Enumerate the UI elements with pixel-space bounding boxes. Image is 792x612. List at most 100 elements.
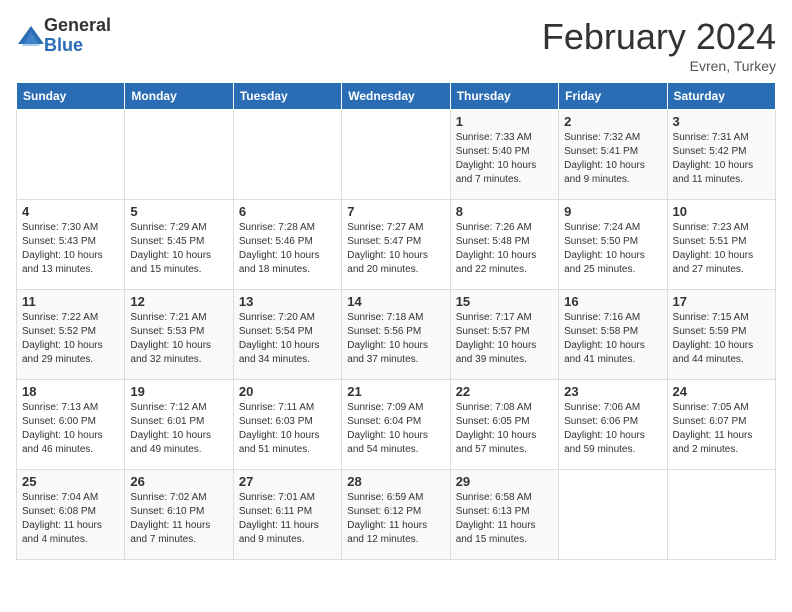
day-number: 21 [347,384,444,399]
calendar-week-2: 4 Sunrise: 7:30 AM Sunset: 5:43 PM Daylig… [17,200,776,290]
day-info: Sunrise: 7:08 AM Sunset: 6:05 PM Dayligh… [456,401,553,457]
calendar-table: SundayMondayTuesdayWednesdayThursdayFrid… [16,82,776,560]
column-header-wednesday: Wednesday [342,83,450,110]
calendar-cell: 24 Sunrise: 7:05 AM Sunset: 6:07 PM Dayli… [667,380,775,470]
calendar-cell: 7 Sunrise: 7:27 AM Sunset: 5:47 PM Daylig… [342,200,450,290]
month-title: February 2024 [542,16,776,58]
column-header-monday: Monday [125,83,233,110]
calendar-week-5: 25 Sunrise: 7:04 AM Sunset: 6:08 PM Dayli… [17,470,776,560]
calendar-cell: 25 Sunrise: 7:04 AM Sunset: 6:08 PM Dayli… [17,470,125,560]
day-info: Sunrise: 7:23 AM Sunset: 5:51 PM Dayligh… [673,221,770,277]
calendar-cell [342,110,450,200]
calendar-cell: 8 Sunrise: 7:26 AM Sunset: 5:48 PM Daylig… [450,200,558,290]
calendar-cell: 5 Sunrise: 7:29 AM Sunset: 5:45 PM Daylig… [125,200,233,290]
calendar-week-3: 11 Sunrise: 7:22 AM Sunset: 5:52 PM Dayli… [17,290,776,380]
day-info: Sunrise: 7:18 AM Sunset: 5:56 PM Dayligh… [347,311,444,367]
location-subtitle: Evren, Turkey [542,58,776,74]
day-info: Sunrise: 7:04 AM Sunset: 6:08 PM Dayligh… [22,491,119,547]
calendar-cell: 15Sunrise: 7:17 AM Sunset: 5:57 PM Dayli… [450,290,558,380]
day-info: Sunrise: 7:31 AM Sunset: 5:42 PM Dayligh… [673,131,770,187]
calendar-header-row: SundayMondayTuesdayWednesdayThursdayFrid… [17,83,776,110]
day-info: Sunrise: 7:26 AM Sunset: 5:48 PM Dayligh… [456,221,553,277]
day-info: Sunrise: 7:16 AM Sunset: 5:58 PM Dayligh… [564,311,661,367]
day-info: Sunrise: 7:12 AM Sunset: 6:01 PM Dayligh… [130,401,227,457]
calendar-cell: 14 Sunrise: 7:18 AM Sunset: 5:56 PM Dayli… [342,290,450,380]
calendar-cell: 29 Sunrise: 6:58 AM Sunset: 6:13 PM Dayli… [450,470,558,560]
day-number: 20 [239,384,336,399]
calendar-cell: 3 Sunrise: 7:31 AM Sunset: 5:42 PM Daylig… [667,110,775,200]
calendar-cell: 6 Sunrise: 7:28 AM Sunset: 5:46 PM Daylig… [233,200,341,290]
calendar-cell: 28 Sunrise: 6:59 AM Sunset: 6:12 PM Dayli… [342,470,450,560]
day-number: 23 [564,384,661,399]
calendar-week-1: 1 Sunrise: 7:33 AM Sunset: 5:40 PM Daylig… [17,110,776,200]
day-number: 6 [239,204,336,219]
day-number: 24 [673,384,770,399]
day-number: 8 [456,204,553,219]
day-number: 13 [239,294,336,309]
calendar-cell: 20 Sunrise: 7:11 AM Sunset: 6:03 PM Dayli… [233,380,341,470]
calendar-week-4: 18Sunrise: 7:13 AM Sunset: 6:00 PM Dayli… [17,380,776,470]
calendar-cell: 9 Sunrise: 7:24 AM Sunset: 5:50 PM Daylig… [559,200,667,290]
calendar-cell: 17Sunrise: 7:15 AM Sunset: 5:59 PM Dayli… [667,290,775,380]
column-header-saturday: Saturday [667,83,775,110]
day-info: Sunrise: 7:32 AM Sunset: 5:41 PM Dayligh… [564,131,661,187]
day-info: Sunrise: 7:01 AM Sunset: 6:11 PM Dayligh… [239,491,336,547]
calendar-cell [17,110,125,200]
calendar-cell: 2 Sunrise: 7:32 AM Sunset: 5:41 PM Daylig… [559,110,667,200]
day-number: 26 [130,474,227,489]
day-info: Sunrise: 7:22 AM Sunset: 5:52 PM Dayligh… [22,311,119,367]
day-number: 28 [347,474,444,489]
day-info: Sunrise: 7:28 AM Sunset: 5:46 PM Dayligh… [239,221,336,277]
logo-text: General Blue [44,16,111,56]
day-number: 9 [564,204,661,219]
day-number: 29 [456,474,553,489]
day-info: Sunrise: 6:59 AM Sunset: 6:12 PM Dayligh… [347,491,444,547]
calendar-cell: 21 Sunrise: 7:09 AM Sunset: 6:04 PM Dayli… [342,380,450,470]
day-info: Sunrise: 7:13 AM Sunset: 6:00 PM Dayligh… [22,401,119,457]
day-info: Sunrise: 7:09 AM Sunset: 6:04 PM Dayligh… [347,401,444,457]
day-info: Sunrise: 7:20 AM Sunset: 5:54 PM Dayligh… [239,311,336,367]
day-number: 4 [22,204,119,219]
day-info: Sunrise: 7:17 AM Sunset: 5:57 PM Dayligh… [456,311,553,367]
day-number: 10 [673,204,770,219]
day-info: Sunrise: 7:21 AM Sunset: 5:53 PM Dayligh… [130,311,227,367]
calendar-cell: 11 Sunrise: 7:22 AM Sunset: 5:52 PM Dayli… [17,290,125,380]
day-info: Sunrise: 6:58 AM Sunset: 6:13 PM Dayligh… [456,491,553,547]
day-number: 7 [347,204,444,219]
calendar-cell [559,470,667,560]
day-number: 11 [22,294,119,309]
day-number: 17 [673,294,770,309]
calendar-cell: 16 Sunrise: 7:16 AM Sunset: 5:58 PM Dayli… [559,290,667,380]
calendar-cell: 10 Sunrise: 7:23 AM Sunset: 5:51 PM Dayli… [667,200,775,290]
day-info: Sunrise: 7:11 AM Sunset: 6:03 PM Dayligh… [239,401,336,457]
day-info: Sunrise: 7:30 AM Sunset: 5:43 PM Dayligh… [22,221,119,277]
calendar-cell: 23 Sunrise: 7:06 AM Sunset: 6:06 PM Dayli… [559,380,667,470]
title-area: February 2024 Evren, Turkey [542,16,776,74]
day-number: 22 [456,384,553,399]
calendar-cell: 22 Sunrise: 7:08 AM Sunset: 6:05 PM Dayli… [450,380,558,470]
day-info: Sunrise: 7:24 AM Sunset: 5:50 PM Dayligh… [564,221,661,277]
calendar-cell [125,110,233,200]
calendar-cell: 13 Sunrise: 7:20 AM Sunset: 5:54 PM Dayli… [233,290,341,380]
day-number: 2 [564,114,661,129]
day-info: Sunrise: 7:05 AM Sunset: 6:07 PM Dayligh… [673,401,770,457]
day-number: 3 [673,114,770,129]
day-info: Sunrise: 7:06 AM Sunset: 6:06 PM Dayligh… [564,401,661,457]
day-number: 16 [564,294,661,309]
day-number: 5 [130,204,227,219]
column-header-friday: Friday [559,83,667,110]
column-header-sunday: Sunday [17,83,125,110]
day-number: 14 [347,294,444,309]
calendar-cell [667,470,775,560]
day-number: 1 [456,114,553,129]
calendar-cell: 1 Sunrise: 7:33 AM Sunset: 5:40 PM Daylig… [450,110,558,200]
calendar-cell [233,110,341,200]
column-header-tuesday: Tuesday [233,83,341,110]
day-info: Sunrise: 7:27 AM Sunset: 5:47 PM Dayligh… [347,221,444,277]
day-info: Sunrise: 7:29 AM Sunset: 5:45 PM Dayligh… [130,221,227,277]
calendar-cell: 12Sunrise: 7:21 AM Sunset: 5:53 PM Dayli… [125,290,233,380]
logo: General Blue [16,16,111,56]
day-number: 25 [22,474,119,489]
calendar-cell: 27Sunrise: 7:01 AM Sunset: 6:11 PM Dayli… [233,470,341,560]
day-info: Sunrise: 7:33 AM Sunset: 5:40 PM Dayligh… [456,131,553,187]
